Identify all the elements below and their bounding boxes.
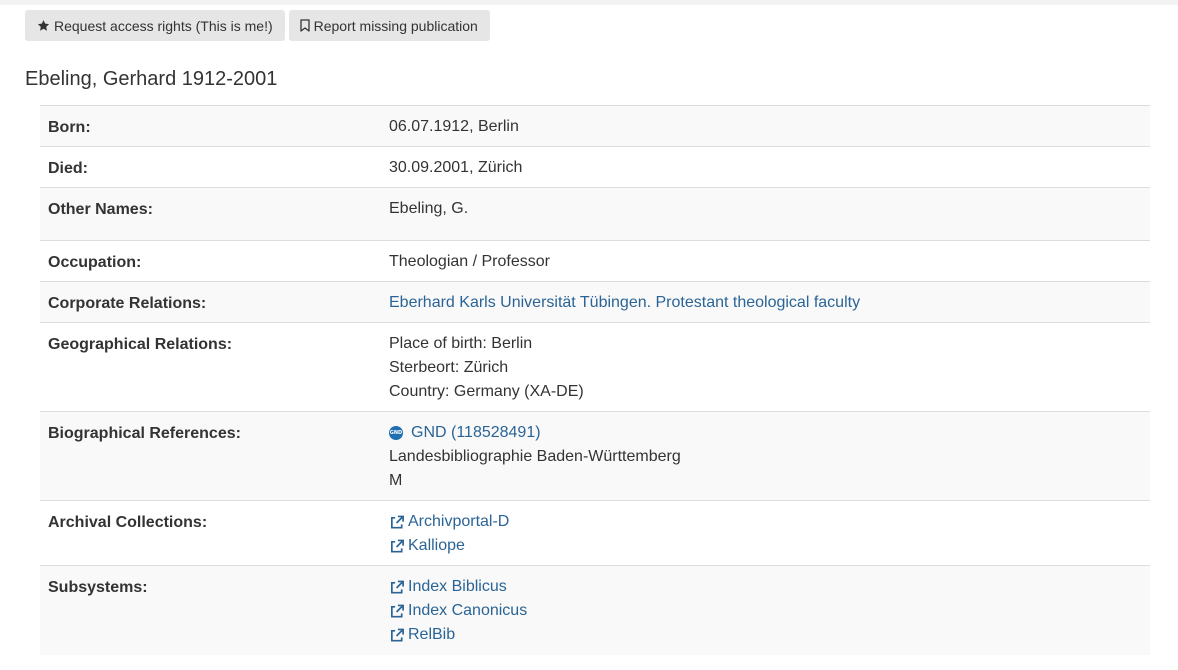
subsystems-label: Subsystems: [48,579,148,596]
table-row: Archival Collections: Archivportal-D Kal… [40,500,1150,566]
star-icon [37,19,50,32]
list-item: Kalliope [389,534,1142,558]
place-of-death-text: Sterbeort: Zürich [389,359,509,376]
external-link-icon [391,604,404,617]
request-access-label: Request access rights (This is me!) [54,17,273,34]
archival-collections-value: Archivportal-D Kalliope [381,501,1150,566]
corporate-relations-value: Eberhard Karls Universität Tübingen. Pro… [381,282,1150,323]
gnd-link[interactable]: GND (118528491) [411,421,541,445]
external-link-icon [391,515,404,528]
table-row: Subsystems: Index Biblicus Index Canonic… [40,565,1150,655]
other-names-value-text: Ebeling, G. [389,200,469,217]
table-row: Biographical References: GND GND (1185284… [40,411,1150,501]
geographical-relations-label: Geographical Relations: [48,336,233,353]
occupation-label: Occupation: [48,254,142,271]
table-row: Corporate Relations: Eberhard Karls Univ… [40,281,1150,323]
table-row: Died: 30.09.2001, Zürich [40,146,1150,188]
list-item: RelBib [389,623,1142,647]
other-names-label: Other Names: [48,201,153,218]
table-row: Other Names: Ebeling, G. [40,187,1150,241]
died-value-text: 30.09.2001, Zürich [389,159,523,176]
other-names-value: Ebeling, G. [381,188,1150,241]
list-item: Index Canonicus [389,599,1142,623]
occupation-value-text: Theologian / Professor [389,253,550,270]
table-row: Occupation: Theologian / Professor [40,240,1150,282]
request-access-button[interactable]: Request access rights (This is me!) [25,10,285,41]
relbib-link[interactable]: RelBib [408,623,455,647]
external-link-icon [391,539,404,552]
table-row: Geographical Relations: Place of birth: … [40,322,1150,412]
table-row: Born: 06.07.1912, Berlin [40,105,1150,147]
geographical-relations-value: Place of birth: Berlin Sterbeort: Zürich… [381,323,1150,412]
country-text: Country: Germany (XA-DE) [389,383,584,400]
report-missing-button[interactable]: Report missing publication [288,10,490,41]
died-label: Died: [48,160,88,177]
corporate-relations-label: Corporate Relations: [48,295,207,312]
bookmark-icon [299,19,310,32]
died-value: 30.09.2001, Zürich [381,147,1150,188]
archival-collections-label: Archival Collections: [48,514,208,531]
corporate-relation-link[interactable]: Eberhard Karls Universität Tübingen. Pro… [389,294,860,311]
born-label: Born: [48,119,91,136]
landesbibliographie-text: Landesbibliographie Baden-Württemberg [389,448,681,465]
index-biblicus-link[interactable]: Index Biblicus [408,575,507,599]
biographical-references-value: GND GND (118528491) Landesbibliographie B… [381,412,1150,501]
subsystems-value: Index Biblicus Index Canonicus RelBib [381,566,1150,655]
person-info-table: Born: 06.07.1912, Berlin Died: 30.09.200… [40,105,1150,655]
born-value-text: 06.07.1912, Berlin [389,118,519,135]
action-toolbar: Request access rights (This is me!) Repo… [25,10,490,41]
external-link-icon [391,628,404,641]
gnd-icon: GND [389,426,403,440]
report-missing-label: Report missing publication [313,17,478,34]
list-item: Index Biblicus [389,575,1142,599]
kalliope-link[interactable]: Kalliope [408,534,465,558]
biographical-references-label: Biographical References: [48,425,241,442]
occupation-value: Theologian / Professor [381,241,1150,282]
archivportal-link[interactable]: Archivportal-D [408,510,509,534]
top-strip [0,0,1178,5]
index-canonicus-link[interactable]: Index Canonicus [408,599,527,623]
list-item: Archivportal-D [389,510,1142,534]
place-of-birth-text: Place of birth: Berlin [389,335,533,352]
born-value: 06.07.1912, Berlin [381,106,1150,147]
biographical-code-text: M [389,472,403,489]
external-link-icon [391,580,404,593]
page-title: Ebeling, Gerhard 1912-2001 [25,68,278,90]
